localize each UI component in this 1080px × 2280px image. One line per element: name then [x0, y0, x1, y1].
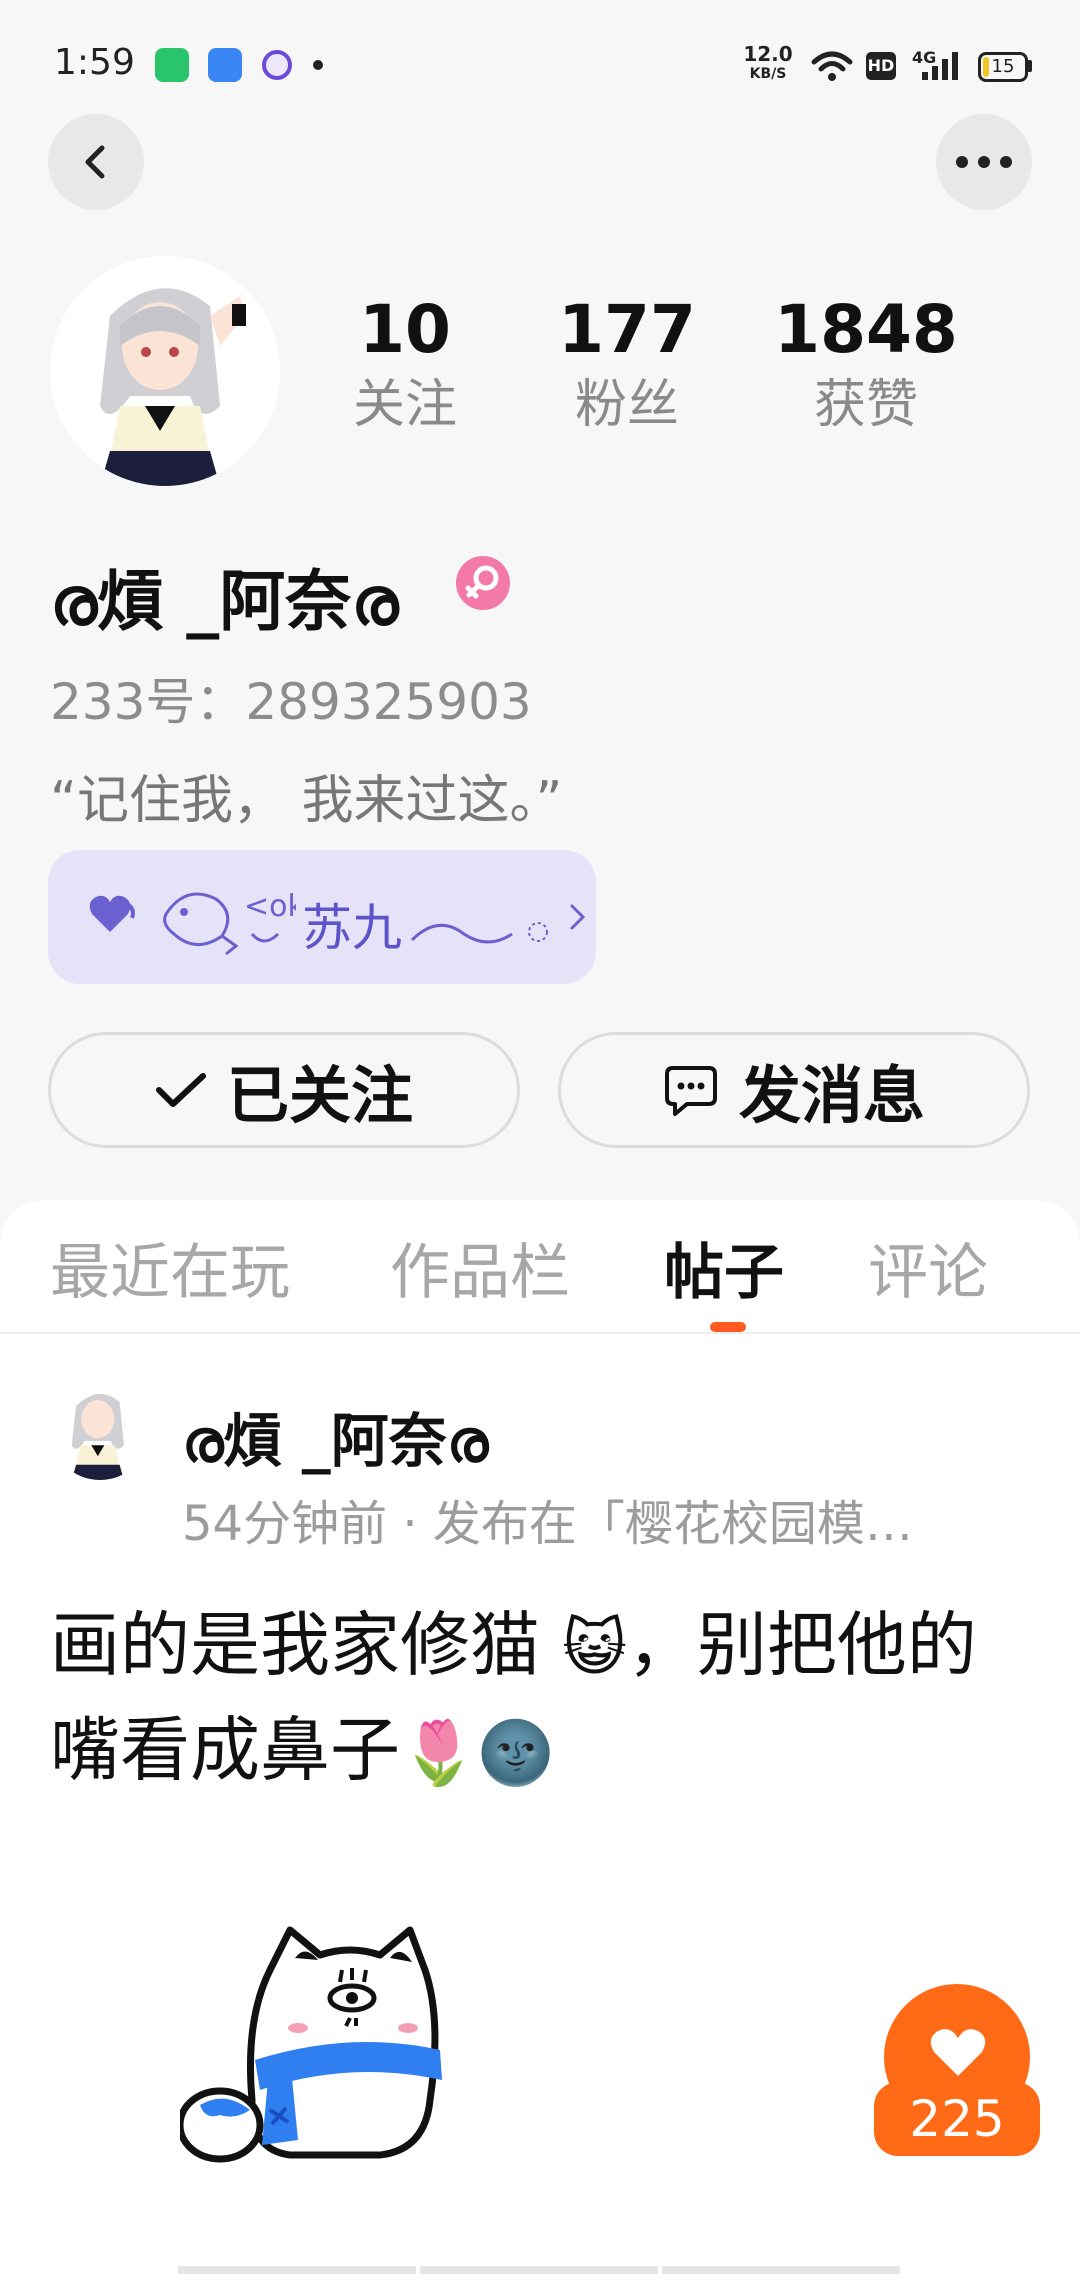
- bio: “记住我， 我来过这。”: [50, 771, 563, 831]
- stat-following-value: 10: [359, 291, 451, 368]
- wave-doodle-icon: [410, 922, 548, 944]
- more-horizontal-icon: [956, 156, 1012, 168]
- username: ര熕 _阿奈ര: [50, 563, 399, 640]
- svg-text:<ok: <ok: [244, 889, 296, 924]
- heart-icon: [930, 2029, 986, 2076]
- chat-bubble-icon: [664, 1066, 717, 1116]
- chevron-right-icon: [570, 904, 586, 930]
- check-icon: [155, 1073, 206, 1107]
- active-tab-indicator: [710, 1322, 746, 1332]
- stat-followers-label: 粉丝: [574, 375, 679, 435]
- chat-app-icon: [208, 48, 242, 82]
- more-notifications-dot: [313, 60, 323, 70]
- wifi-icon: [811, 51, 853, 81]
- send-message-button[interactable]: 发消息: [558, 1032, 1030, 1148]
- tab-comments[interactable]: 评论: [868, 1224, 988, 1311]
- battery-nub: [1028, 60, 1032, 72]
- post-image-cat-drawing[interactable]: [180, 1910, 480, 2180]
- send-message-button-label: 发消息: [738, 1059, 925, 1132]
- hd-icon: HD: [866, 52, 896, 80]
- post-author-avatar[interactable]: [50, 1380, 150, 1480]
- heart-link-icon: [89, 895, 135, 932]
- like-count: 225: [874, 2082, 1040, 2156]
- followed-button-label: 已关注: [226, 1059, 413, 1132]
- signal-icon: [922, 52, 958, 80]
- moon-face-emoji: 🌚: [477, 1716, 555, 1789]
- followed-button[interactable]: 已关注: [48, 1032, 520, 1148]
- stat-followers-value: 177: [558, 291, 696, 368]
- female-icon: [456, 556, 510, 610]
- cp-tag-label: 苏九: [302, 899, 402, 957]
- user-id: 233号：289325903: [50, 673, 532, 731]
- app-notification-icon: [262, 50, 292, 80]
- battery-saver-app-icon: [155, 48, 189, 82]
- back-button[interactable]: [48, 114, 144, 210]
- avatar[interactable]: [50, 256, 280, 486]
- post-author-name[interactable]: ര熕 _阿奈ര: [182, 1394, 488, 1478]
- battery-level: 15: [991, 56, 1015, 77]
- stat-likes-value: 1848: [774, 291, 958, 368]
- avatar-illustration: [50, 1380, 150, 1480]
- tab-posts[interactable]: 帖子: [664, 1224, 784, 1311]
- network-speed: 12.0 KB/S: [743, 42, 793, 82]
- tulip-emoji: 🌷: [400, 1716, 478, 1789]
- cat-emoji: 😺: [562, 1611, 627, 1684]
- more-options-button[interactable]: [936, 114, 1032, 210]
- stat-following[interactable]: 10 关注: [305, 290, 505, 440]
- stat-likes-label: 获赞: [813, 375, 918, 435]
- stat-followers[interactable]: 177 粉丝: [527, 290, 727, 440]
- chevron-left-icon: [85, 145, 105, 179]
- tab-recently-played[interactable]: 最近在玩: [50, 1224, 290, 1311]
- fish-doodle-icon: <ok: [163, 889, 296, 956]
- status-time: 1:59: [54, 42, 135, 83]
- avatar-illustration: [50, 256, 280, 486]
- cp-tag-chip[interactable]: <ok 苏九: [48, 850, 596, 984]
- stat-likes: 1848 获赞: [766, 290, 966, 440]
- stat-following-label: 关注: [352, 375, 457, 435]
- post-text: 画的是我家修猫 😺，别把他的嘴看成鼻子🌷🌚: [50, 1604, 977, 1791]
- post-meta: 54分钟前 · 发布在「樱花校园模…: [182, 1496, 913, 1552]
- tab-works[interactable]: 作品栏: [390, 1224, 570, 1311]
- battery-icon: 15: [978, 52, 1028, 82]
